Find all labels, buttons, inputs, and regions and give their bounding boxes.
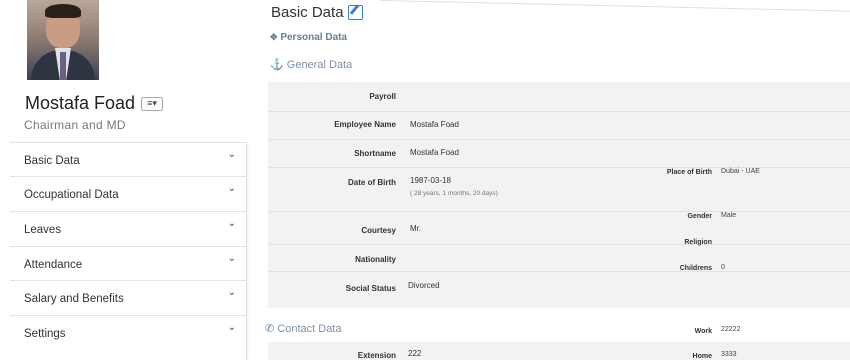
nationality-label: Nationality [355, 255, 396, 264]
employee-name-label: Employee Name [334, 120, 396, 129]
chevron-down-icon: ⌄ [227, 218, 236, 229]
work-value: 22222 [721, 326, 741, 333]
puzzle-icon: ✥ [270, 32, 278, 42]
work-label: Work [694, 328, 712, 335]
profile-name-row: Mostafa Foad ≡▾ [25, 93, 164, 114]
chevron-down-icon: ⌄ [227, 287, 236, 298]
extension-value: 222 [408, 349, 422, 358]
profile-name: Mostafa Foad [25, 93, 136, 113]
sidebar-item-label: Settings [24, 328, 66, 340]
chevron-down-icon: ⌄ [227, 183, 236, 194]
age-value: ( 28 years, 1 months, 20 days) [410, 190, 498, 197]
edit-icon[interactable] [347, 5, 363, 20]
place-of-birth-label: Place of Birth [666, 169, 712, 176]
sidebar-item-salary-benefits[interactable]: Salary and Benefits ⌄ [10, 280, 246, 314]
shortname-value: Mostafa Foad [410, 148, 459, 157]
chevron-down-icon: ⌄ [227, 322, 236, 333]
chevron-down-icon: ⌄ [227, 149, 236, 160]
row-divider [268, 211, 850, 212]
extension-label: Extension [357, 351, 396, 360]
sidebar-item-occupational-data[interactable]: Occupational Data ⌄ [10, 176, 246, 210]
page-title: Basic Data [271, 4, 363, 21]
sidebar-item-attendance[interactable]: Attendance ⌄ [10, 246, 246, 280]
shortname-label: Shortname [354, 149, 396, 158]
divider [379, 0, 850, 12]
social-status-label: Social Status [345, 284, 396, 293]
personal-data-label: Personal Data [280, 32, 348, 43]
gender-value: Male [721, 212, 737, 219]
sidebar-item-leaves[interactable]: Leaves ⌄ [10, 211, 246, 245]
contact-data-heading: ✆ Contact Data [265, 322, 341, 335]
childrens-value: 0 [721, 264, 725, 271]
childrens-label: Childrens [679, 265, 712, 272]
courtesy-label: Courtesy [361, 226, 396, 235]
anchor-icon: ⚓ [270, 59, 284, 71]
sidebar-item-label: Basic Data [24, 155, 80, 167]
sidebar-item-label: Salary and Benefits [24, 293, 124, 305]
religion-label: Religion [684, 239, 712, 246]
contact-data-label: Contact Data [277, 323, 342, 335]
profile-photo [27, 0, 99, 80]
dob-value: 1987-03-18 [410, 176, 451, 185]
courtesy-value: Mr. [410, 224, 422, 233]
general-data-label: General Data [286, 59, 353, 71]
sidebar-item-label: Occupational Data [24, 189, 119, 201]
sidebar-item-settings[interactable]: Settings ⌄ [10, 315, 246, 349]
sidebar-item-label: Leaves [24, 224, 62, 236]
chevron-down-icon: ⌄ [227, 253, 236, 264]
home-value: 3333 [721, 351, 737, 358]
row-divider [268, 111, 850, 112]
row-divider [268, 139, 850, 140]
dob-label: Date of Birth [348, 178, 396, 187]
employee-name-value: Mostafa Foad [410, 120, 459, 129]
gender-label: Gender [687, 213, 712, 220]
place-of-birth-value: Dubai - UAE [721, 168, 760, 175]
sidebar-item-label: Attendance [24, 259, 83, 271]
general-data-heading: ⚓ General Data [270, 58, 352, 71]
home-label: Home [692, 353, 712, 360]
payroll-label: Payroll [369, 92, 396, 101]
sidebar-menu: Basic Data ⌄ Occupational Data ⌄ Leaves … [10, 142, 247, 360]
general-data-panel [268, 82, 850, 308]
row-divider [268, 271, 850, 272]
row-divider [268, 167, 850, 168]
contact-row-bg [268, 342, 850, 360]
page-title-text: Basic Data [271, 4, 344, 21]
profile-menu-button[interactable]: ≡▾ [141, 96, 164, 111]
row-divider [268, 244, 850, 245]
social-status-value: Divorced [408, 281, 440, 290]
personal-data-heading: ✥ Personal Data [270, 32, 347, 43]
phone-icon: ✆ [265, 323, 275, 335]
profile-title: Chairman and MD [24, 118, 126, 132]
sidebar-item-basic-data[interactable]: Basic Data ⌄ [10, 142, 246, 176]
